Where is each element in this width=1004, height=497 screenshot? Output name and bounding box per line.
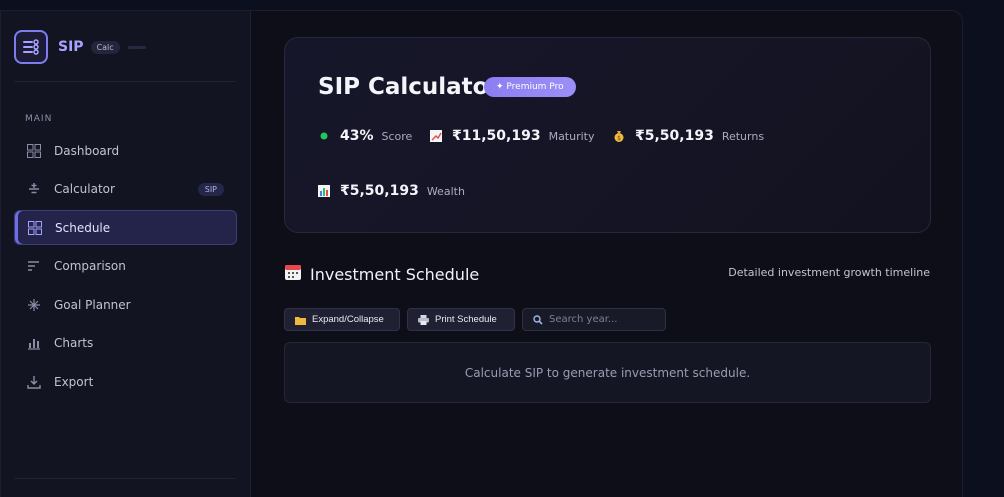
stat-value: ₹11,50,193 [452,128,541,144]
brand-decoration [127,45,146,49]
stat-wealth: ₹5,50,193 Wealth [318,183,465,199]
bar-chart-icon [318,185,330,197]
printer-icon [418,314,429,325]
empty-message: Calculate SIP to generate investment sch… [464,365,751,380]
stat-score: 43% Score [318,128,412,144]
sidebar-item-label: Dashboard [54,143,120,158]
folder-icon [295,315,306,325]
sidebar-item-badge: SIP [197,182,224,196]
sidebar-item-label: Comparison [54,259,126,273]
print-schedule-button[interactable]: Print Schedule [407,308,515,331]
section-title: Investment Schedule [310,264,480,284]
sidebar-divider [14,478,236,479]
grid-icon [27,143,41,158]
sidebar-item-label: Charts [54,336,94,350]
main-content: SIP Calculator ✦ Premium Pro 43% Score ₹… [251,11,962,497]
section-label: MAIN [25,114,53,124]
schedule-heading: Investment Schedule [284,263,479,285]
bars-icon [27,259,41,273]
stat-returns: $ ₹5,50,193 Returns [613,128,764,144]
sidebar-item-dashboard[interactable]: Dashboard [14,133,237,168]
search-input[interactable] [549,314,659,325]
brand-badge: Calc [90,40,120,54]
chart-icon [27,336,41,350]
page-title: SIP Calculator [318,74,500,100]
sidebar-item-label: Calculator [54,182,115,196]
stat-label: Maturity [548,129,595,143]
sidebar-item-label: Export [54,374,94,389]
sidebar: SIP Calc MAIN Dashboard Calculator SIP S… [1,11,251,497]
stat-value: 43% [340,128,374,144]
sidebar-item-label: Goal Planner [54,297,131,312]
stat-maturity: ₹11,50,193 Maturity [430,128,595,144]
premium-badge[interactable]: ✦ Premium Pro [484,77,576,97]
stat-label: Score [381,129,413,143]
grid-icon [28,220,42,235]
sidebar-item-schedule[interactable]: Schedule [14,210,237,245]
schedule-empty-state: Calculate SIP to generate investment sch… [284,342,931,403]
chart-up-icon [430,130,442,142]
button-label: Expand/Collapse [312,314,384,325]
app-window: SIP Calc MAIN Dashboard Calculator SIP S… [0,10,963,497]
search-box[interactable] [522,308,666,331]
sidebar-nav: Dashboard Calculator SIP Schedule Compar… [14,133,237,403]
button-label: Print Schedule [435,314,497,325]
svg-text:$: $ [617,135,621,142]
sliders-icon [14,30,48,64]
sparkle-icon [27,298,41,312]
stat-value: ₹5,50,193 [340,183,419,199]
stat-label: Returns [721,129,765,143]
sidebar-item-charts[interactable]: Charts [14,326,237,361]
stat-value: ₹5,50,193 [635,128,714,144]
calendar-icon [284,263,302,285]
section-subtitle: Detailed investment growth timeline [728,266,930,279]
brand-name: SIP [58,39,84,55]
money-bag-icon: $ [613,130,625,142]
sidebar-item-calculator[interactable]: Calculator SIP [14,172,237,207]
sidebar-item-goal-planner[interactable]: Goal Planner [14,287,237,322]
stat-label: Wealth [426,184,465,198]
download-icon [27,375,41,389]
sidebar-item-label: Schedule [55,220,111,235]
hero-card: SIP Calculator ✦ Premium Pro 43% Score ₹… [284,37,931,233]
brand[interactable]: SIP Calc [14,30,146,64]
sidebar-item-export[interactable]: Export [14,364,237,399]
sidebar-divider [14,81,236,82]
search-icon [533,310,543,329]
green-dot-icon [318,130,330,142]
sidebar-item-comparison[interactable]: Comparison [14,249,237,284]
expand-collapse-button[interactable]: Expand/Collapse [284,308,400,331]
plus-minus-icon [27,182,41,196]
